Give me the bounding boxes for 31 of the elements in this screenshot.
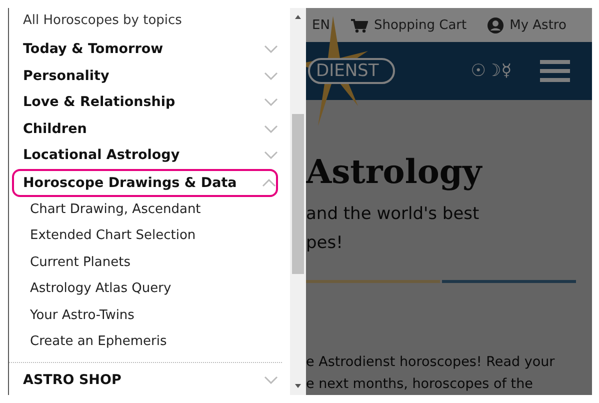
cart-icon xyxy=(350,18,368,32)
user-icon xyxy=(486,16,504,34)
topic-item[interactable]: Today & Tomorrow xyxy=(23,41,164,58)
planet-symbols[interactable]: ☉☽☿ xyxy=(470,61,512,81)
menu-icon xyxy=(540,60,570,82)
logo-text: DIENST xyxy=(308,58,395,84)
submenu-item[interactable]: Extended Chart Selection xyxy=(9,223,282,250)
scroll-down-icon[interactable] xyxy=(295,384,301,388)
topic-item[interactable]: ASTRO SHOP xyxy=(23,372,122,388)
cart-link[interactable]: Shopping Cart xyxy=(374,18,467,32)
language-link[interactable]: EN xyxy=(312,18,330,32)
submenu-item[interactable]: Your Astro-Twins xyxy=(9,302,282,329)
submenu-item[interactable]: Current Planets xyxy=(9,250,282,276)
intro-text-line: e next months, horoscopes of the xyxy=(306,375,534,394)
topic-item[interactable]: Love & Relationship xyxy=(23,94,176,110)
scrollbar-thumb[interactable] xyxy=(292,114,304,274)
topic-item[interactable]: Personality xyxy=(23,68,110,84)
menu-heading[interactable]: All Horoscopes by topics xyxy=(9,8,290,36)
submenu-item[interactable]: Astrology Atlas Query xyxy=(9,276,282,302)
intro-text-line: e Astrodienst horoscopes! Read your xyxy=(306,353,556,372)
submenu-item[interactable]: Create an Ephemeris xyxy=(9,329,282,356)
scrollbar[interactable] xyxy=(290,8,306,395)
subtitle-line: pes! xyxy=(306,232,344,255)
submenu-item[interactable]: Chart Drawing, Ascendant xyxy=(9,196,282,223)
scroll-up-icon[interactable] xyxy=(295,15,301,19)
subtitle-line: and the world's best xyxy=(306,203,480,226)
account-link[interactable]: My Astro xyxy=(510,18,566,32)
topic-item[interactable]: Children xyxy=(23,120,87,137)
topic-item[interactable]: Horoscope Drawings & Data xyxy=(23,174,237,190)
page-title: Astrology xyxy=(306,152,484,192)
topic-item[interactable]: Locational Astrology xyxy=(23,147,180,164)
